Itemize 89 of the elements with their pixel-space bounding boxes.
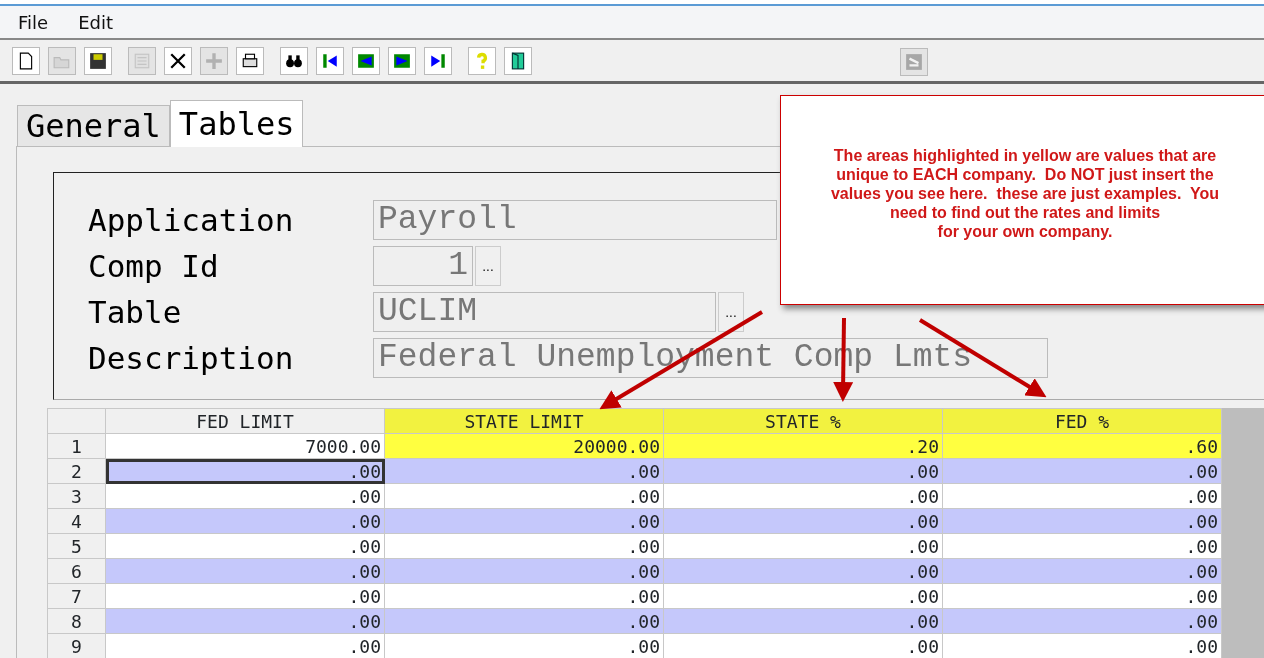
table-cell[interactable]: .00: [663, 508, 943, 534]
input-field[interactable]: 1: [373, 246, 473, 286]
table-cell[interactable]: .00: [384, 583, 664, 609]
toolbar-button[interactable]: [236, 46, 264, 75]
toolbar-button[interactable]: [12, 46, 40, 75]
callout-text: The areas highlighted in yellow are values that are: [832, 146, 1218, 165]
list-icon: [133, 51, 151, 70]
toolbar-button[interactable]: [352, 46, 380, 75]
row-number: 9: [47, 633, 106, 658]
arrow-right-icon: [393, 51, 411, 70]
table-cell[interactable]: .20: [663, 433, 943, 459]
table-cell[interactable]: .00: [663, 558, 943, 584]
skip-back-icon: [321, 51, 339, 70]
page-icon: [17, 51, 35, 70]
toolbar-button[interactable]: [388, 46, 416, 75]
row-number: 8: [47, 608, 106, 634]
toolbar-button[interactable]: [424, 46, 452, 75]
lookup-button[interactable]: ...: [475, 246, 501, 286]
field-label: Table: [88, 292, 183, 332]
field-label: Application: [88, 200, 295, 240]
skip-forward-icon: [429, 51, 447, 70]
table-cell[interactable]: .00: [105, 483, 385, 509]
toolbar-button[interactable]: [316, 46, 344, 75]
lookup-button[interactable]: ...: [718, 292, 744, 332]
printer-icon: [241, 51, 259, 70]
callout-text: values you see here. these are just examples. You: [829, 184, 1220, 203]
field-label: Comp Id: [88, 246, 220, 286]
row-number: 4: [47, 508, 106, 534]
column-header: FED %: [942, 408, 1222, 434]
table-cell[interactable]: .00: [384, 533, 664, 559]
tab[interactable]: General: [17, 105, 170, 146]
table-cell[interactable]: .00: [663, 633, 943, 658]
table-cell[interactable]: .00: [942, 483, 1222, 509]
table-cell[interactable]: .00: [384, 483, 664, 509]
table-cell[interactable]: 20000.00: [384, 433, 664, 459]
row-number: 5: [47, 533, 106, 559]
table-cell[interactable]: .00: [105, 508, 385, 534]
menu-item[interactable]: File: [18, 8, 49, 36]
scrollbar[interactable]: [1222, 408, 1264, 658]
table-cell[interactable]: 7000.00: [105, 433, 385, 459]
door-icon: [509, 51, 527, 70]
input-field[interactable]: UCLIM: [373, 292, 716, 332]
arrow-left-icon: [357, 51, 375, 70]
table-cell[interactable]: .00: [384, 508, 664, 534]
row-number: 7: [47, 583, 106, 609]
input-field[interactable]: Payroll: [373, 200, 777, 240]
row-number: 1: [47, 433, 106, 459]
toolbar-button[interactable]: [84, 46, 112, 75]
tool-icon: [905, 53, 923, 71]
table-cell[interactable]: .00: [105, 558, 385, 584]
tab[interactable]: Tables: [169, 100, 304, 147]
column-header: FED LIMIT: [105, 408, 385, 434]
table-cell[interactable]: .00: [942, 508, 1222, 534]
table-cell[interactable]: .00: [105, 583, 385, 609]
callout-text: for your own company.: [936, 222, 1114, 241]
table-cell[interactable]: .00: [663, 458, 943, 484]
column-header: STATE %: [663, 408, 943, 434]
table-cell[interactable]: .00: [105, 633, 385, 658]
table-cell[interactable]: .00: [942, 583, 1222, 609]
table-cell[interactable]: .00: [942, 458, 1222, 484]
table-cell[interactable]: .00: [663, 583, 943, 609]
callout-text: unique to EACH company. Do NOT just insert the: [835, 165, 1215, 184]
table-cell[interactable]: .00: [663, 483, 943, 509]
menu-item[interactable]: Edit: [78, 8, 113, 36]
table-cell[interactable]: .00: [663, 608, 943, 634]
table-cell[interactable]: .00: [105, 458, 385, 484]
toolbar-button[interactable]: [280, 46, 308, 75]
table-cell[interactable]: .00: [663, 533, 943, 559]
field-label: Description: [88, 338, 295, 378]
table-cell[interactable]: .00: [942, 558, 1222, 584]
table-cell[interactable]: .00: [384, 458, 664, 484]
table-cell[interactable]: .00: [384, 608, 664, 634]
table-cell[interactable]: .00: [942, 633, 1222, 658]
plus-icon: [205, 51, 223, 70]
table-cell[interactable]: .00: [942, 533, 1222, 559]
toolbar-button[interactable]: [164, 46, 192, 75]
toolbar-button[interactable]: [504, 46, 532, 75]
row-number: 2: [47, 458, 106, 484]
row-number: 6: [47, 558, 106, 584]
table-cell[interactable]: .00: [105, 608, 385, 634]
column-header: STATE LIMIT: [384, 408, 664, 434]
row-number: 3: [47, 483, 106, 509]
table-cell[interactable]: .00: [384, 633, 664, 658]
table-cell[interactable]: .00: [384, 558, 664, 584]
table-cell[interactable]: .60: [942, 433, 1222, 459]
table-cell[interactable]: .00: [942, 608, 1222, 634]
callout-text: need to find out the rates and limits: [888, 203, 1162, 222]
table-cell[interactable]: .00: [105, 533, 385, 559]
close-icon: [169, 51, 187, 70]
